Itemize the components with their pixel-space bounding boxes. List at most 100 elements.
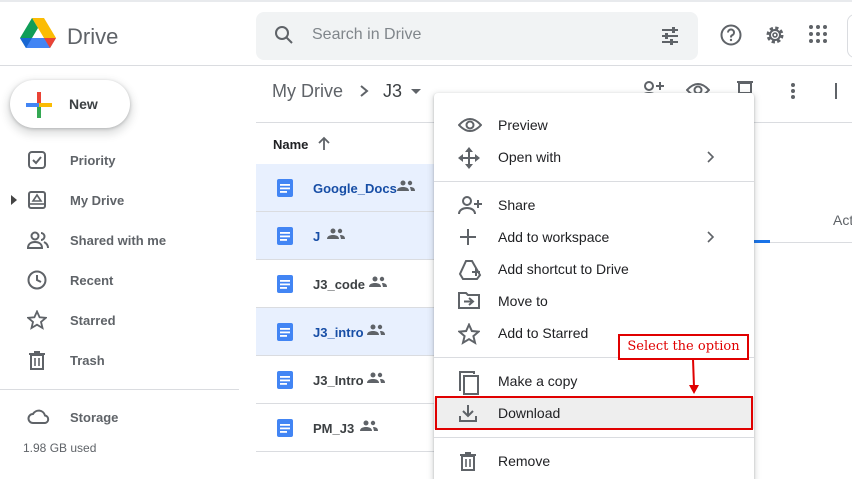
help-icon[interactable] — [720, 24, 742, 46]
storage-used-text: 1.98 GB used — [23, 441, 97, 455]
shared-icon — [27, 231, 49, 249]
file-name: J3_intro — [313, 325, 364, 340]
table-row[interactable]: J — [256, 212, 456, 260]
column-header-name[interactable]: Name — [273, 137, 308, 152]
account-area[interactable] — [847, 14, 852, 58]
plus-color-icon — [26, 92, 52, 118]
table-row[interactable]: J3_code — [256, 260, 456, 308]
breadcrumb-my-drive[interactable]: My Drive — [272, 81, 343, 102]
menu-item-preview[interactable]: Preview — [434, 109, 754, 141]
sidebar-item-shared[interactable]: Shared with me — [0, 220, 240, 260]
apps-icon[interactable] — [808, 24, 828, 44]
menu-divider — [434, 181, 754, 182]
new-button-label: New — [69, 96, 98, 112]
table-row[interactable]: PM_J3 — [256, 404, 456, 452]
search-input[interactable]: Search in Drive — [312, 26, 421, 44]
top-bar: Drive Search in Drive — [0, 0, 852, 66]
menu-item-share[interactable]: Share — [434, 189, 754, 221]
sidebar-item-label: Shared with me — [70, 233, 167, 248]
star-outline-icon — [458, 323, 480, 345]
table-row[interactable]: Google_Docs — [256, 164, 456, 212]
shared-people-icon — [367, 372, 385, 383]
shared-people-icon — [367, 324, 385, 335]
details-icon[interactable] — [834, 82, 852, 100]
annotation-highlight-box — [435, 396, 753, 430]
file-name: PM_J3 — [313, 421, 355, 436]
sidebar-item-label: Recent — [70, 273, 114, 288]
menu-item-label: Add to Starred — [498, 325, 589, 341]
filter-icon[interactable] — [660, 26, 680, 46]
settings-icon[interactable] — [764, 24, 786, 46]
delete-icon[interactable] — [736, 79, 754, 93]
sidebar-item-priority[interactable]: Priority — [0, 140, 240, 180]
star-icon — [27, 310, 47, 330]
menu-item-make-copy[interactable]: Make a copy — [434, 365, 754, 397]
docs-file-icon — [277, 419, 293, 437]
plus-icon — [460, 229, 476, 245]
open-with-icon — [458, 147, 480, 169]
docs-file-icon — [277, 371, 293, 389]
menu-item-label: Remove — [498, 453, 551, 469]
sidebar-item-label: Storage — [70, 410, 119, 425]
search-icon[interactable] — [274, 25, 294, 45]
sidebar-item-label: Starred — [70, 313, 116, 328]
more-vert-icon[interactable] — [790, 82, 796, 100]
docs-file-icon — [277, 179, 293, 197]
menu-item-move-to[interactable]: Move to — [434, 285, 754, 317]
search-box[interactable]: Search in Drive — [256, 12, 698, 60]
breadcrumb: My Drive — [272, 81, 343, 102]
docs-file-icon — [277, 323, 293, 341]
shared-people-icon — [327, 228, 345, 239]
drive-logo-icon[interactable] — [20, 18, 56, 50]
shared-people-icon — [360, 420, 378, 431]
menu-item-open-with[interactable]: Open with — [434, 141, 754, 173]
sidebar-divider — [0, 389, 239, 390]
sidebar-item-trash[interactable]: Trash — [0, 340, 240, 380]
sidebar-item-label: Trash — [70, 353, 105, 368]
menu-item-label: Make a copy — [498, 373, 578, 389]
copy-icon — [459, 371, 479, 395]
shared-people-icon — [397, 180, 415, 191]
menu-item-label: Add shortcut to Drive — [498, 261, 629, 277]
menu-item-label: Preview — [498, 117, 548, 133]
my-drive-icon — [28, 191, 46, 209]
sidebar-item-label: My Drive — [70, 193, 125, 208]
priority-icon — [28, 151, 46, 169]
sidebar-item-recent[interactable]: Recent — [0, 260, 240, 300]
table-row[interactable]: J3_Intro — [256, 356, 456, 404]
shared-people-icon — [369, 276, 387, 287]
details-tab-activity[interactable]: Act — [833, 212, 852, 228]
docs-file-icon — [277, 275, 293, 293]
menu-item-label: Share — [498, 197, 536, 213]
menu-item-add-to-workspace[interactable]: Add to workspace — [434, 221, 754, 253]
sidebar-item-label: Priority — [70, 153, 116, 168]
chevron-right-icon — [707, 231, 715, 243]
menu-item-add-shortcut[interactable]: Add shortcut to Drive — [434, 253, 754, 285]
annotation-callout: Select the option — [618, 334, 749, 360]
cloud-icon — [27, 409, 50, 424]
sidebar-item-my-drive[interactable]: My Drive — [0, 180, 240, 220]
eye-icon — [458, 118, 482, 132]
file-name: J — [313, 229, 321, 244]
breadcrumb-current-folder[interactable]: J3 — [383, 81, 402, 102]
folder-dropdown-icon[interactable] — [411, 89, 421, 94]
table-row[interactable]: J3_intro — [256, 308, 456, 356]
chevron-right-icon — [360, 85, 369, 97]
details-tab-indicator — [752, 240, 770, 243]
new-button[interactable]: New — [10, 80, 130, 128]
expand-caret-icon[interactable] — [11, 195, 17, 205]
file-name: J3_code — [313, 277, 366, 292]
file-name: Google_Docs — [313, 181, 397, 196]
menu-item-label: Open with — [498, 149, 562, 165]
shortcut-icon — [458, 260, 482, 280]
menu-item-remove[interactable]: Remove — [434, 445, 754, 477]
sort-arrow-up-icon[interactable] — [316, 135, 332, 151]
menu-divider — [434, 437, 754, 438]
trash-icon — [29, 351, 45, 370]
sidebar-item-starred[interactable]: Starred — [0, 300, 240, 340]
sidebar-item-storage[interactable]: Storage — [0, 397, 240, 437]
remove-trash-icon — [460, 452, 476, 471]
recent-icon — [27, 270, 47, 290]
move-folder-icon — [458, 292, 480, 309]
docs-file-icon — [277, 227, 293, 245]
